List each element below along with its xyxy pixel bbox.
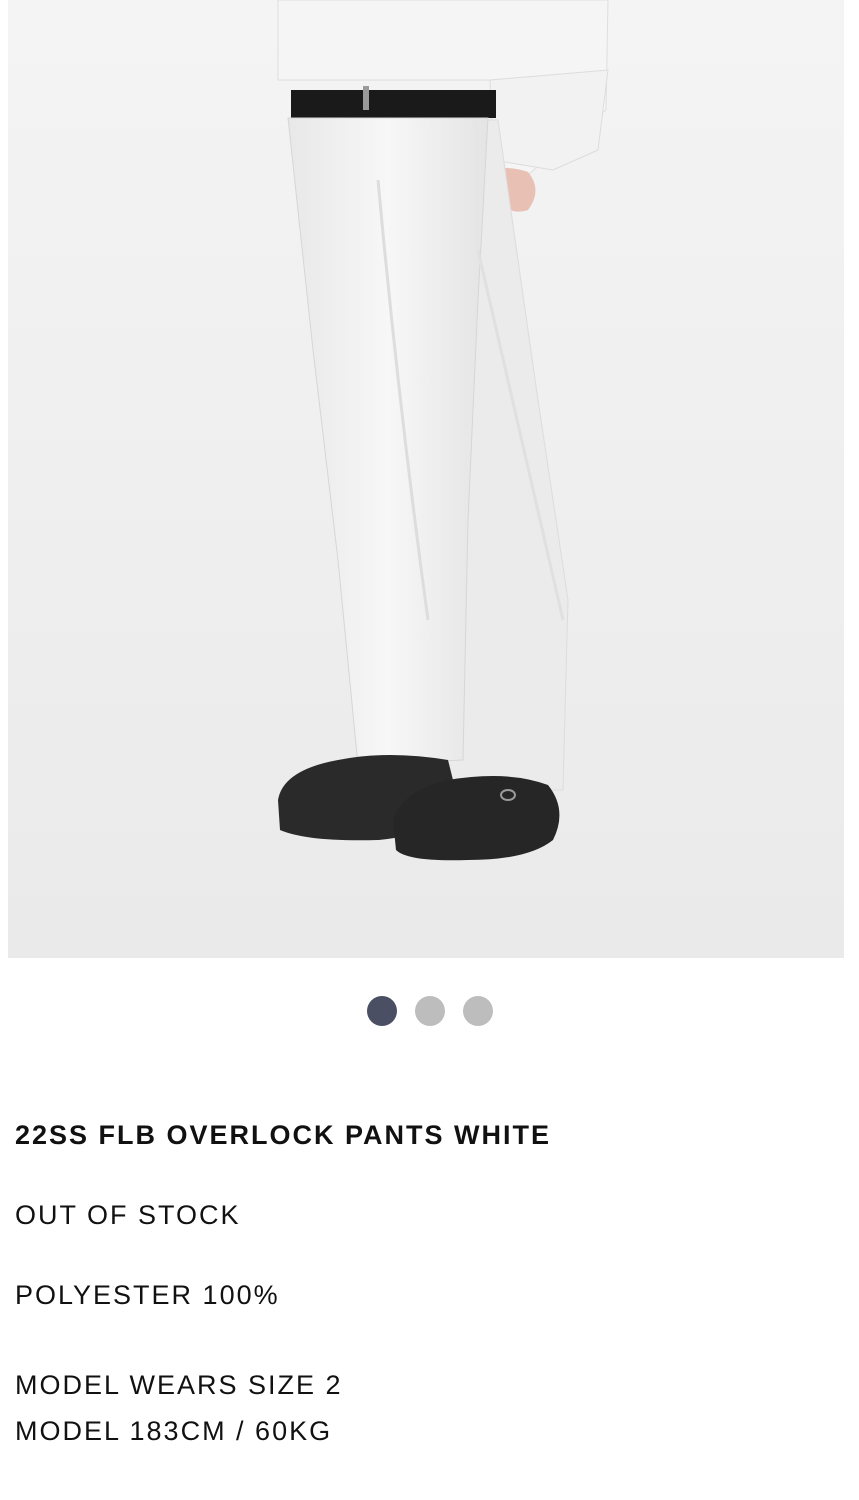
- gallery-dot-1[interactable]: [366, 996, 397, 1026]
- gallery-pagination: [0, 996, 859, 1026]
- material-info: POLYESTER 100%: [15, 1280, 280, 1310]
- product-image: [8, 0, 844, 958]
- gallery-dot-3[interactable]: [462, 996, 493, 1026]
- stock-status: OUT OF STOCK: [15, 1200, 241, 1230]
- gallery-dot-2[interactable]: [414, 996, 445, 1026]
- product-title: 22SS FLB OVERLOCK PANTS WHITE: [15, 1120, 552, 1150]
- model-size-info: MODEL WEARS SIZE 2: [15, 1370, 343, 1400]
- model-measurements: MODEL 183CM / 60KG: [15, 1416, 333, 1446]
- product-photo[interactable]: [8, 0, 844, 958]
